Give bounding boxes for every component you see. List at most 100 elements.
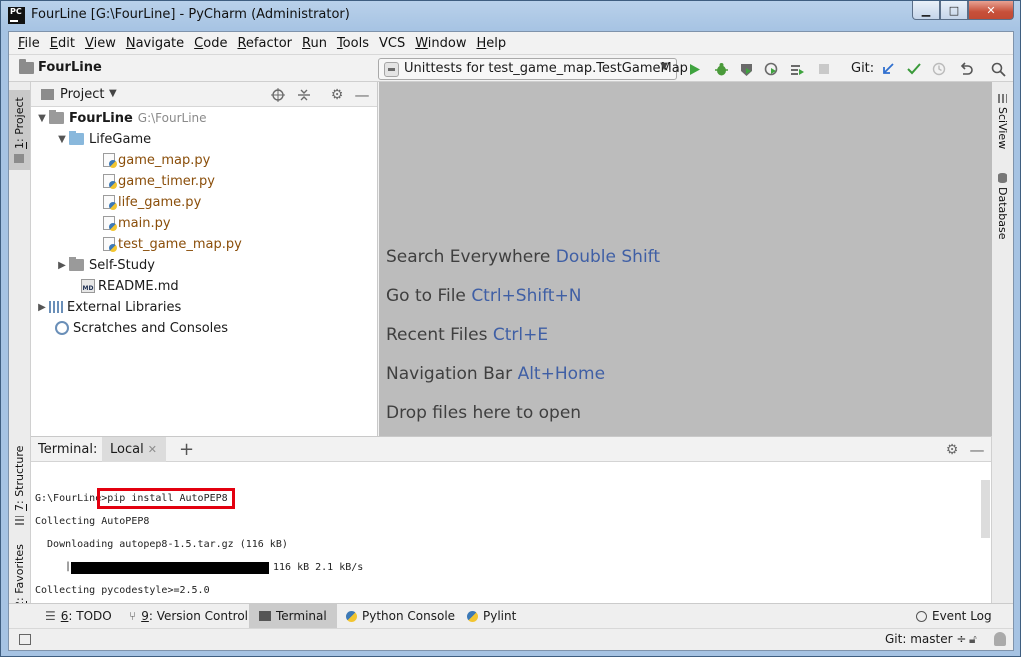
menu-code[interactable]: Code [189, 36, 232, 51]
menu-refactor[interactable]: Refactor [232, 36, 297, 51]
panel-settings-button[interactable]: ⚙ [328, 86, 346, 104]
hide-terminal-button[interactable]: — [968, 441, 986, 459]
minimize-icon: — [969, 441, 985, 459]
run-button[interactable] [685, 59, 705, 79]
status-bar: Git: master ÷ 🔓︎ [9, 628, 1013, 650]
toggle-tool-windows-icon[interactable] [19, 634, 31, 645]
tool-tab-sciview[interactable]: SciView [992, 88, 1013, 156]
profiler-icon [764, 62, 777, 75]
vcs-commit-button[interactable] [904, 59, 924, 79]
tree-file-test-game-map[interactable]: test_game_map.py [103, 234, 242, 254]
terminal-output[interactable]: G:\FourLine>pip install AutoPEP8 Collect… [31, 462, 991, 603]
terminal-settings-button[interactable]: ⚙ [943, 441, 961, 459]
hint-go-to-file: Go to File Ctrl+Shift+N [386, 286, 582, 306]
close-icon[interactable]: ✕ [148, 443, 157, 456]
menu-window[interactable]: Window [410, 36, 471, 51]
gear-icon: ⚙ [330, 87, 344, 103]
tree-node-lifegame[interactable]: ▼ LifeGame [55, 129, 151, 149]
pycharm-logo-icon: PC [8, 7, 25, 24]
chevron-right-icon[interactable]: ▶ [55, 260, 69, 271]
tool-tab-event-log[interactable]: Event Log [912, 604, 996, 628]
tree-node-scratches[interactable]: Scratches and Consoles [55, 318, 228, 338]
terminal-icon [259, 611, 271, 621]
tree-node-self-study[interactable]: ▶ Self-Study [55, 255, 155, 275]
terminal-tab-local[interactable]: Local ✕ [102, 437, 166, 462]
tool-tab-database[interactable]: Database [992, 166, 1013, 246]
download-progress-bar [71, 562, 269, 574]
chevron-down-icon[interactable]: ▼ [55, 134, 69, 145]
python-file-icon [103, 153, 117, 168]
unittest-config-icon [384, 62, 399, 77]
tool-tab-version-control[interactable]: ⑂ 9: Version Control [125, 604, 252, 628]
coverage-shield-icon [740, 63, 752, 76]
chevron-down-icon[interactable]: ▼ [35, 113, 49, 124]
tree-file-main[interactable]: main.py [103, 213, 171, 233]
structure-icon [15, 515, 24, 525]
lock-icon[interactable]: 🔓︎ [969, 632, 977, 647]
run-with-coverage-button[interactable] [736, 59, 756, 79]
tree-node-fourline[interactable]: ▼ FourLine G:\FourLine [35, 108, 207, 128]
tree-file-readme[interactable]: MD README.md [81, 276, 179, 296]
vcs-rollback-button[interactable] [956, 59, 976, 79]
breadcrumb-project[interactable]: FourLine [38, 60, 102, 75]
debug-button[interactable] [711, 59, 731, 79]
maximize-button[interactable]: □ [940, 1, 968, 20]
tree-file-life-game[interactable]: life_game.py [103, 192, 201, 212]
vcs-history-button[interactable] [929, 59, 949, 79]
tree-file-game-map[interactable]: game_map.py [103, 150, 210, 170]
tool-tab-pylint[interactable]: Pylint [463, 604, 520, 628]
chevron-right-icon[interactable]: ▶ [35, 302, 49, 313]
menu-tools[interactable]: Tools [332, 36, 374, 51]
pycharm-window: PC FourLine [G:\FourLine] - PyCharm (Adm… [0, 0, 1021, 657]
vcs-update-button[interactable] [878, 59, 898, 79]
left-tool-strip: 1: Project 7: Structure ★ 2: Favorites [9, 82, 31, 626]
folder-icon [19, 59, 34, 74]
git-branch-widget[interactable]: Git: master ÷ [885, 632, 966, 646]
hide-panel-button[interactable]: — [353, 86, 371, 104]
list-icon: ☰ [45, 609, 56, 623]
profile-button[interactable] [761, 59, 781, 79]
collapse-all-button[interactable] [295, 86, 313, 104]
update-arrow-icon [883, 63, 894, 74]
menu-file[interactable]: File [13, 36, 45, 51]
tree-node-external-libraries[interactable]: ▶ External Libraries [35, 297, 181, 317]
menu-vcs[interactable]: VCS [374, 36, 410, 51]
inspector-avatar-icon[interactable] [994, 632, 1006, 646]
tool-tab-project[interactable]: 1: Project [9, 90, 30, 170]
run-concurrency-button[interactable] [787, 59, 807, 79]
tool-tab-terminal[interactable]: Terminal [249, 604, 337, 628]
new-terminal-button[interactable]: + [179, 439, 194, 460]
minimize-button[interactable]: ▁ [912, 1, 940, 20]
tool-tab-structure[interactable]: 7: Structure [9, 444, 30, 526]
hint-drop-files: Drop files here to open [386, 403, 582, 423]
concurrency-icon [790, 64, 804, 75]
search-everywhere-button[interactable] [988, 59, 1008, 79]
title-bar[interactable]: PC FourLine [G:\FourLine] - PyCharm (Adm… [1, 1, 1020, 31]
menu-edit[interactable]: Edit [45, 36, 80, 51]
tool-tab-todo[interactable]: ☰ 6: TODO [41, 604, 116, 628]
tree-file-game-timer[interactable]: game_timer.py [103, 171, 215, 191]
menu-help[interactable]: Help [471, 36, 511, 51]
locate-file-button[interactable] [269, 86, 287, 104]
menu-view[interactable]: View [80, 36, 121, 51]
tool-tab-python-console[interactable]: Python Console [342, 604, 459, 628]
play-icon [690, 63, 700, 75]
highlight-box [97, 488, 235, 509]
hint-navigation-bar: Navigation Bar Alt+Home [386, 364, 606, 384]
branch-icon: ⑂ [129, 609, 137, 623]
run-configuration-dropdown[interactable]: Unittests for test_game_map.TestGameMap … [378, 58, 688, 80]
scratches-icon [55, 321, 69, 335]
python-file-icon [103, 174, 117, 189]
terminal-scrollbar[interactable] [981, 480, 990, 538]
project-tool-window: Project ▼ ⚙ — ▼ FourLine G:\FourLine ▼ L… [31, 82, 378, 436]
right-tool-strip: SciView Database [991, 82, 1013, 603]
project-view-selector[interactable]: Project [60, 87, 104, 102]
stop-button[interactable] [814, 59, 834, 79]
crosshair-icon [271, 88, 285, 102]
menu-navigate[interactable]: Navigate [121, 36, 189, 51]
menu-run[interactable]: Run [297, 36, 332, 51]
editor-empty-area[interactable]: Search Everywhere Double Shift Go to Fil… [379, 82, 992, 436]
chevron-down-icon: ▼ [660, 61, 668, 72]
close-button[interactable]: ✕ [968, 1, 1014, 20]
chevron-down-icon[interactable]: ▼ [109, 88, 117, 99]
